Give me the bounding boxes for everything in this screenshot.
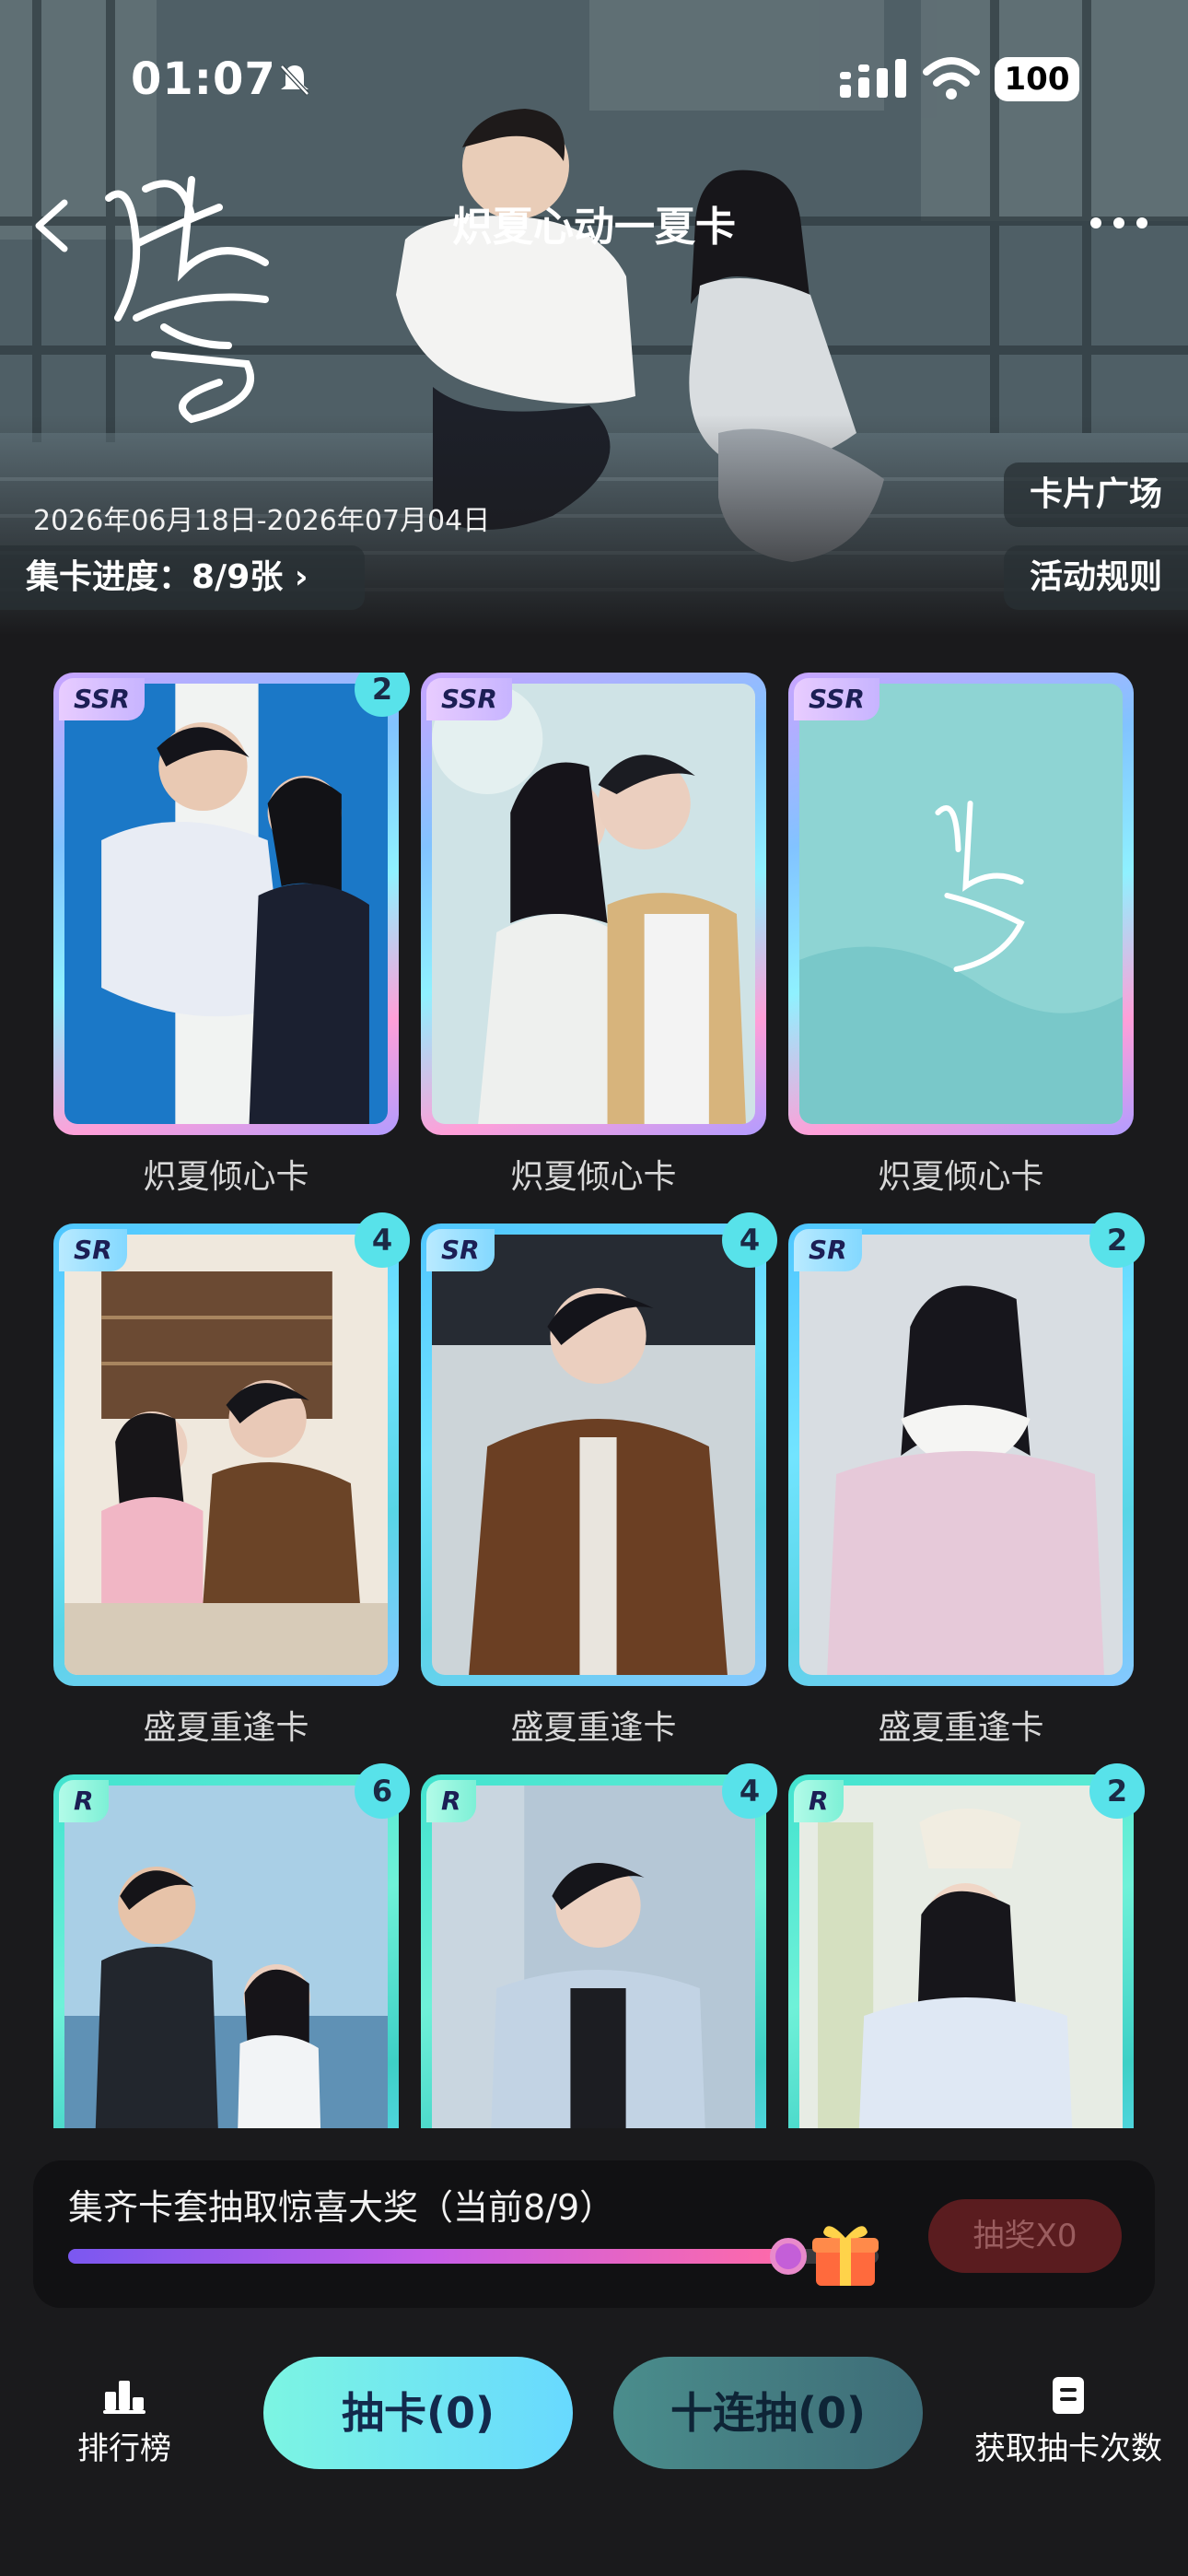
status-time: 01:07 [131, 53, 276, 105]
rarity-badge: SSR [794, 678, 879, 720]
card-name: 炽夏倾心卡 [878, 1158, 1044, 1196]
more-options-icon[interactable] [1087, 212, 1151, 234]
wifi-icon [923, 57, 980, 100]
drama-logo-calligraphy [105, 176, 269, 424]
draw-card-button[interactable]: 抽卡(0) [263, 2357, 573, 2469]
bottom-nav: 排行榜 抽卡(0) 十连抽(0) 获取抽卡次数 [0, 2340, 1188, 2576]
card-photo [64, 684, 388, 1124]
card-item[interactable]: R 4 [421, 1763, 777, 2128]
card-photo [64, 1235, 388, 1675]
rarity-badge: SR [794, 1229, 862, 1271]
collection-progress-button[interactable]: 集卡进度：8/9张 › [0, 545, 365, 610]
card-name: 盛夏重逢卡 [878, 1709, 1044, 1747]
event-date-range: 2026年06月18日-2026年07月04日 [33, 505, 491, 537]
card-photo [64, 1786, 388, 2128]
card-name: 炽夏倾心卡 [143, 1158, 309, 1196]
card-item[interactable]: SSR [788, 673, 1134, 1135]
chevron-right-icon: › [294, 558, 309, 596]
battery-indicator: 100 [995, 57, 1079, 101]
card-photo [799, 1786, 1123, 2128]
card-count-badge: 4 [722, 1212, 777, 1268]
card-item[interactable]: SSR [421, 673, 766, 1135]
card-count-badge: 2 [1089, 1763, 1145, 1819]
card-photo [432, 1235, 755, 1675]
card-photo [799, 684, 1123, 1124]
page-title: 炽夏心动一夏卡 [452, 204, 736, 251]
reward-progress-knob [770, 2238, 808, 2275]
get-draw-chances-button[interactable]: 获取抽卡次数 [958, 2377, 1179, 2468]
rarity-badge: R [59, 1780, 109, 1822]
card-name: 炽夏倾心卡 [510, 1158, 677, 1196]
card-photo [432, 1786, 755, 2128]
card-grid: SSR 2 SSR SSR SR 4 SR 4 SR 2 R 6 R 4 R 2… [0, 673, 1188, 2128]
event-rules-button[interactable]: 活动规则 [1004, 545, 1188, 610]
back-arrow-icon[interactable] [26, 193, 81, 258]
reward-progress-fill [68, 2249, 789, 2264]
bell-mute-icon [280, 64, 309, 96]
document-icon [1053, 2377, 1084, 2414]
rarity-badge: R [794, 1780, 844, 1822]
card-name: 盛夏重逢卡 [510, 1709, 677, 1747]
draw-prize-button[interactable]: 抽奖X0 [928, 2199, 1122, 2273]
ten-draw-button[interactable]: 十连抽(0) [613, 2357, 923, 2469]
rarity-badge: SSR [426, 678, 512, 720]
ranking-icon [103, 2381, 146, 2414]
ranking-label: 排行榜 [77, 2430, 171, 2467]
card-count-badge: 2 [1089, 1212, 1145, 1268]
card-item[interactable]: R 2 [788, 1763, 1145, 2128]
collection-progress-label: 集卡进度：8/9张 [26, 558, 284, 596]
status-bar: 01:07 100 [0, 46, 1188, 120]
reward-progress-track [68, 2238, 879, 2275]
get-draw-chances-label: 获取抽卡次数 [974, 2430, 1162, 2467]
ranking-button[interactable]: 排行榜 [55, 2377, 193, 2468]
gift-icon[interactable] [809, 2216, 882, 2289]
card-item[interactable]: SR 4 [53, 1212, 410, 1686]
card-count-badge: 6 [355, 1763, 410, 1819]
rarity-badge: SR [59, 1229, 127, 1271]
rarity-badge: SSR [59, 678, 145, 720]
card-photo [799, 1235, 1123, 1675]
card-name: 盛夏重逢卡 [143, 1709, 309, 1747]
signal-icon [840, 59, 906, 98]
card-count-badge: 4 [355, 1212, 410, 1268]
card-photo [432, 684, 755, 1124]
card-item[interactable]: SR 4 [421, 1212, 777, 1686]
card-count-badge: 4 [722, 1763, 777, 1819]
rarity-badge: R [426, 1780, 476, 1822]
card-item[interactable]: R 6 [53, 1763, 410, 2128]
card-item[interactable]: SSR 2 [53, 673, 410, 1135]
rarity-badge: SR [426, 1229, 495, 1271]
drama-logo [81, 143, 311, 438]
reward-description: 集齐卡套抽取惊喜大奖（当前8/9） [68, 2187, 615, 2228]
card-item[interactable]: SR 2 [788, 1212, 1145, 1686]
card-plaza-button[interactable]: 卡片广场 [1004, 463, 1188, 527]
reward-panel: 集齐卡套抽取惊喜大奖（当前8/9） 抽奖X0 [33, 2160, 1155, 2308]
